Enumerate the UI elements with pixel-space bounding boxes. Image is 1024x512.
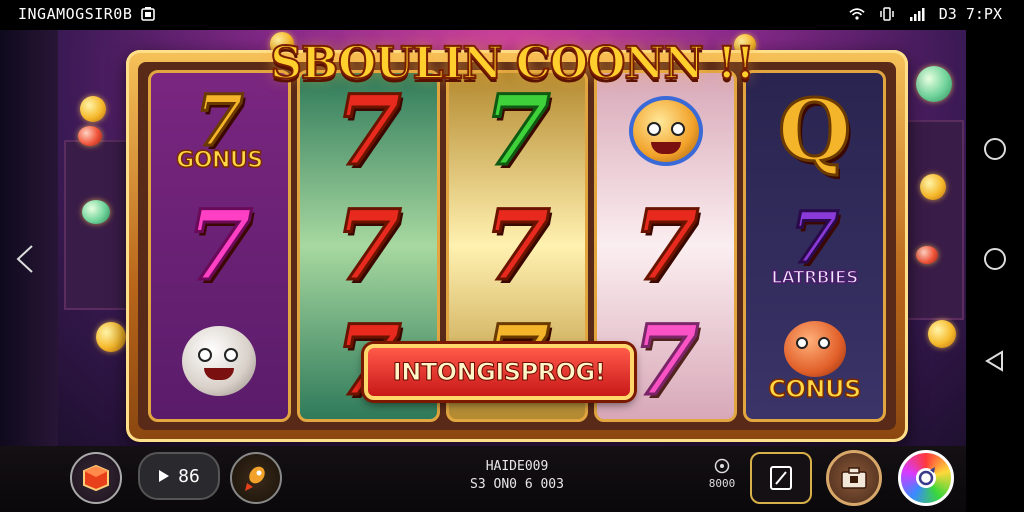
spin-button[interactable]: [898, 450, 954, 506]
rocket-icon: [245, 466, 265, 491]
seven-symbol: 7: [482, 73, 552, 187]
floating-coin: [82, 200, 110, 224]
win-banner: INTONGISPROG!: [364, 344, 634, 400]
gem-icon: [83, 464, 109, 492]
back-triangle-icon[interactable]: [982, 348, 1008, 374]
credits-value: 8000: [708, 477, 736, 490]
vibrate-icon: [880, 7, 894, 21]
battery-saver-icon: [141, 7, 156, 21]
reel-symbol: 7: [160, 194, 278, 298]
bet-selector[interactable]: 86: [138, 452, 220, 500]
floating-coin: [80, 96, 106, 122]
reel-symbol: Q: [756, 79, 874, 183]
seven-symbol: 7: [631, 188, 701, 302]
status-right: D3 7:PX: [849, 5, 1002, 23]
camera-icon: [841, 467, 867, 489]
wifi-icon: [849, 8, 865, 20]
signal-icon: [909, 8, 925, 21]
floating-coin: [920, 174, 946, 200]
reel-1: 7 GONUS 7: [148, 70, 291, 422]
reel-symbol: 7 GONUS: [160, 79, 278, 183]
status-text: INGAMOGSIR0B: [18, 5, 133, 23]
reel-symbol: [160, 309, 278, 413]
reel-symbol: 7: [458, 194, 576, 298]
left-edge: [0, 30, 60, 450]
seven-symbol: 7: [333, 73, 403, 187]
game-info: HAIDE009 S3 ON0 6 003: [462, 458, 572, 494]
seven-symbol: 7: [482, 188, 552, 302]
info-line-1: HAIDE009: [485, 459, 549, 474]
reel-5: Q 7 LATRBIES CONUS: [743, 70, 886, 422]
reel-symbol: 7: [309, 79, 427, 183]
background-house: [64, 140, 134, 310]
bonus-button[interactable]: [230, 452, 282, 504]
floating-coin: [916, 246, 938, 264]
floating-coin: [96, 322, 126, 352]
home-circle-icon[interactable]: [982, 246, 1008, 272]
seven-symbol: 7: [631, 304, 701, 418]
recents-circle-icon[interactable]: [982, 136, 1008, 162]
reel-symbol: 7: [309, 194, 427, 298]
seven-symbol: 7: [333, 188, 403, 302]
bear-character-icon: [783, 321, 846, 378]
symbol-label: GONUS: [175, 147, 263, 174]
info-line-2: S3 ON0 6 003: [470, 477, 564, 492]
shop-button[interactable]: [826, 450, 882, 506]
reel-symbol: 7 LATRBIES: [756, 194, 874, 298]
edit-card-icon: [770, 466, 792, 490]
reel-symbol: [607, 79, 725, 183]
clock-text: D3 7:PX: [938, 5, 1002, 23]
status-left: INGAMOGSIR0B: [18, 5, 156, 23]
reel-symbol: 7: [458, 79, 576, 183]
back-chevron-icon[interactable]: [14, 244, 36, 274]
play-arrow-icon: [159, 470, 170, 482]
android-nav-bar: [966, 30, 1024, 512]
game-scene: 7 GONUS 7 7 7 7 7 7 7 Q 7 LATRBIES CONUS…: [58, 30, 966, 446]
control-bar: 86 HAIDE009 S3 ON0 6 003 8000: [0, 446, 966, 512]
bet-value: 86: [178, 465, 200, 487]
autoplay-button[interactable]: [750, 452, 812, 504]
game-title: SBOULIN COONN !!: [269, 37, 756, 90]
ghost-character-icon: [182, 326, 257, 397]
seven-symbol: 7: [789, 195, 841, 279]
credits-display: 8000: [702, 458, 742, 490]
reel-symbol: 7: [607, 194, 725, 298]
menu-button[interactable]: [70, 452, 122, 504]
floating-coin: [928, 320, 956, 348]
symbol-label: CONUS: [768, 375, 862, 405]
q-letter-symbol: Q: [776, 80, 852, 180]
seven-symbol: 7: [184, 188, 254, 302]
status-bar: INGAMOGSIR0B D3 7:PX: [0, 0, 1024, 30]
reel-symbol: CONUS: [756, 309, 874, 413]
floating-coin: [78, 126, 102, 146]
refresh-icon: [916, 467, 936, 488]
seven-symbol: 7: [194, 78, 246, 162]
coin-face-character-icon: [628, 95, 703, 166]
coin-stack-icon: [714, 458, 730, 474]
symbol-label: LATRBIES: [771, 267, 860, 289]
